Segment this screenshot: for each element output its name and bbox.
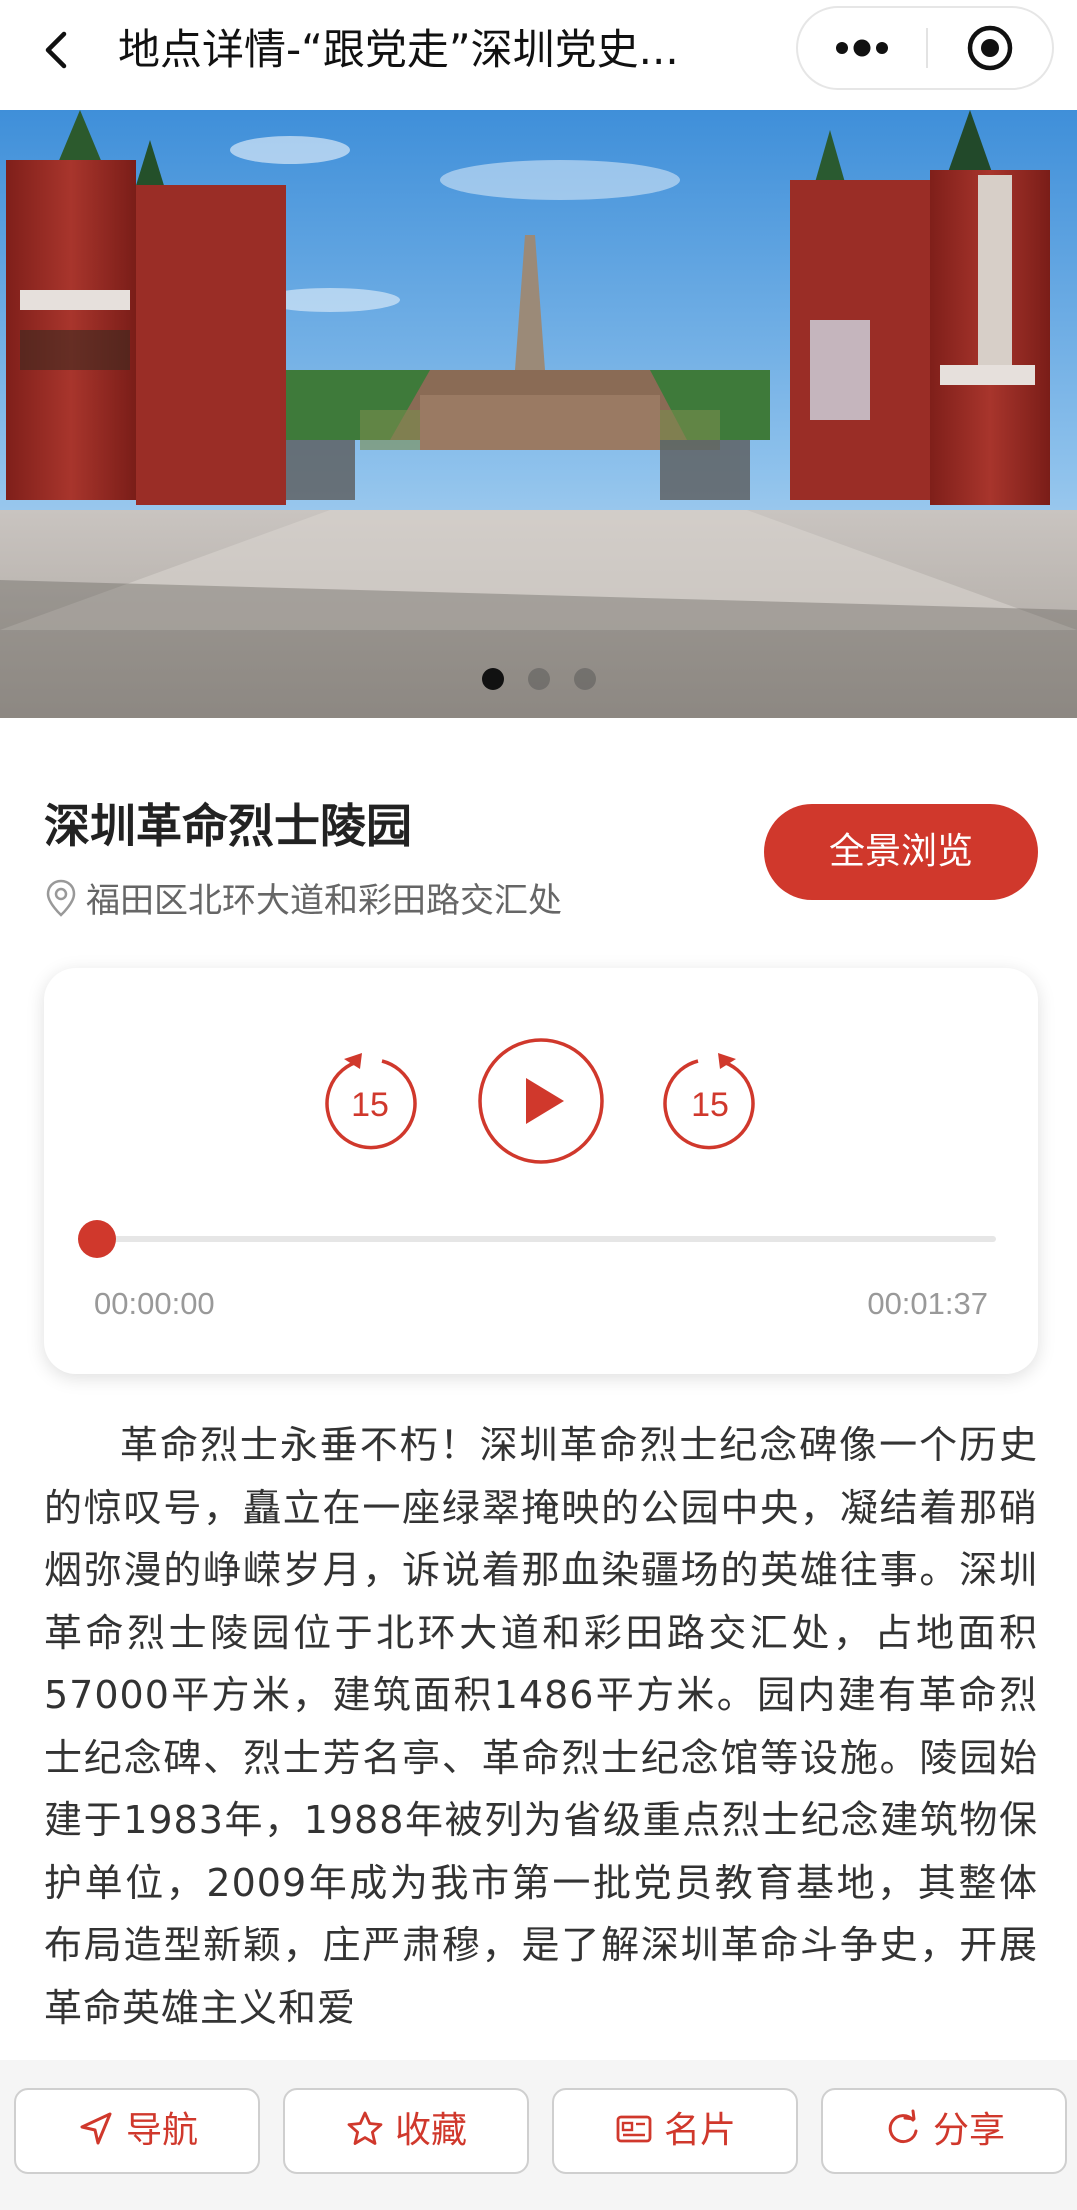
banner-carousel[interactable] xyxy=(0,110,1077,718)
more-button[interactable] xyxy=(798,8,926,88)
progress-track[interactable] xyxy=(96,1236,996,1242)
navigate-label: 导航 xyxy=(125,2110,198,2151)
carousel-indicator xyxy=(0,668,1077,690)
business-card-icon xyxy=(616,2115,652,2143)
target-circle-icon xyxy=(967,25,1013,71)
navigate-button[interactable]: 导航 xyxy=(14,2088,260,2174)
place-description: 革命烈士永垂不朽！深圳革命烈士纪念碑像一个历史的惊叹号，矗立在一座绿翠掩映的公园… xyxy=(44,1423,1038,2030)
page-title: 地点详情-“跟党走”深圳党史... xyxy=(118,25,679,74)
bottom-action-bar: 导航 收藏 名片 分享 xyxy=(0,2060,1077,2210)
audio-player: 15 15 00:00:00 00:01:37 xyxy=(44,968,1038,1374)
star-icon xyxy=(347,2111,383,2145)
share-button[interactable]: 分享 xyxy=(821,2088,1067,2174)
back-button[interactable] xyxy=(30,20,90,80)
rewind-seconds: 15 xyxy=(351,1086,389,1124)
memorial-park-photo xyxy=(0,110,1077,718)
place-name: 深圳革命烈士陵园 xyxy=(44,799,412,853)
panorama-button[interactable]: 全景浏览 xyxy=(764,804,1038,900)
carousel-dot[interactable] xyxy=(573,668,596,690)
carousel-dot-active[interactable] xyxy=(481,668,504,690)
favorite-button[interactable]: 收藏 xyxy=(283,2088,529,2174)
location-pin-icon xyxy=(46,879,76,917)
play-icon xyxy=(478,1038,604,1164)
carousel-dot[interactable] xyxy=(527,668,550,690)
forward-seconds: 15 xyxy=(691,1086,729,1124)
play-button[interactable] xyxy=(476,1036,606,1166)
place-address: 福田区北环大道和彩田路交汇处 xyxy=(44,876,562,926)
mini-program-capsule xyxy=(796,6,1054,90)
total-time: 00:01:37 xyxy=(867,1286,988,1321)
progress-thumb[interactable] xyxy=(78,1220,116,1258)
more-dots-icon xyxy=(836,39,888,57)
favorite-label: 收藏 xyxy=(394,2110,467,2151)
close-button[interactable] xyxy=(928,8,1052,88)
chevron-left-icon xyxy=(45,31,67,69)
rewind-icon: 15 xyxy=(325,1053,417,1150)
top-nav-bar: 地点详情-“跟党走”深圳党史... xyxy=(0,0,1077,110)
forward-15-button[interactable]: 15 xyxy=(660,1053,760,1153)
address-text: 福田区北环大道和彩田路交汇处 xyxy=(86,881,562,921)
card-button[interactable]: 名片 xyxy=(552,2088,798,2174)
rewind-15-button[interactable]: 15 xyxy=(320,1053,420,1153)
card-label: 名片 xyxy=(663,2110,736,2151)
share-refresh-icon xyxy=(888,2109,918,2144)
share-label: 分享 xyxy=(932,2110,1005,2151)
forward-icon: 15 xyxy=(663,1053,755,1150)
navigation-arrow-icon xyxy=(80,2112,112,2145)
current-time: 00:00:00 xyxy=(94,1286,215,1321)
